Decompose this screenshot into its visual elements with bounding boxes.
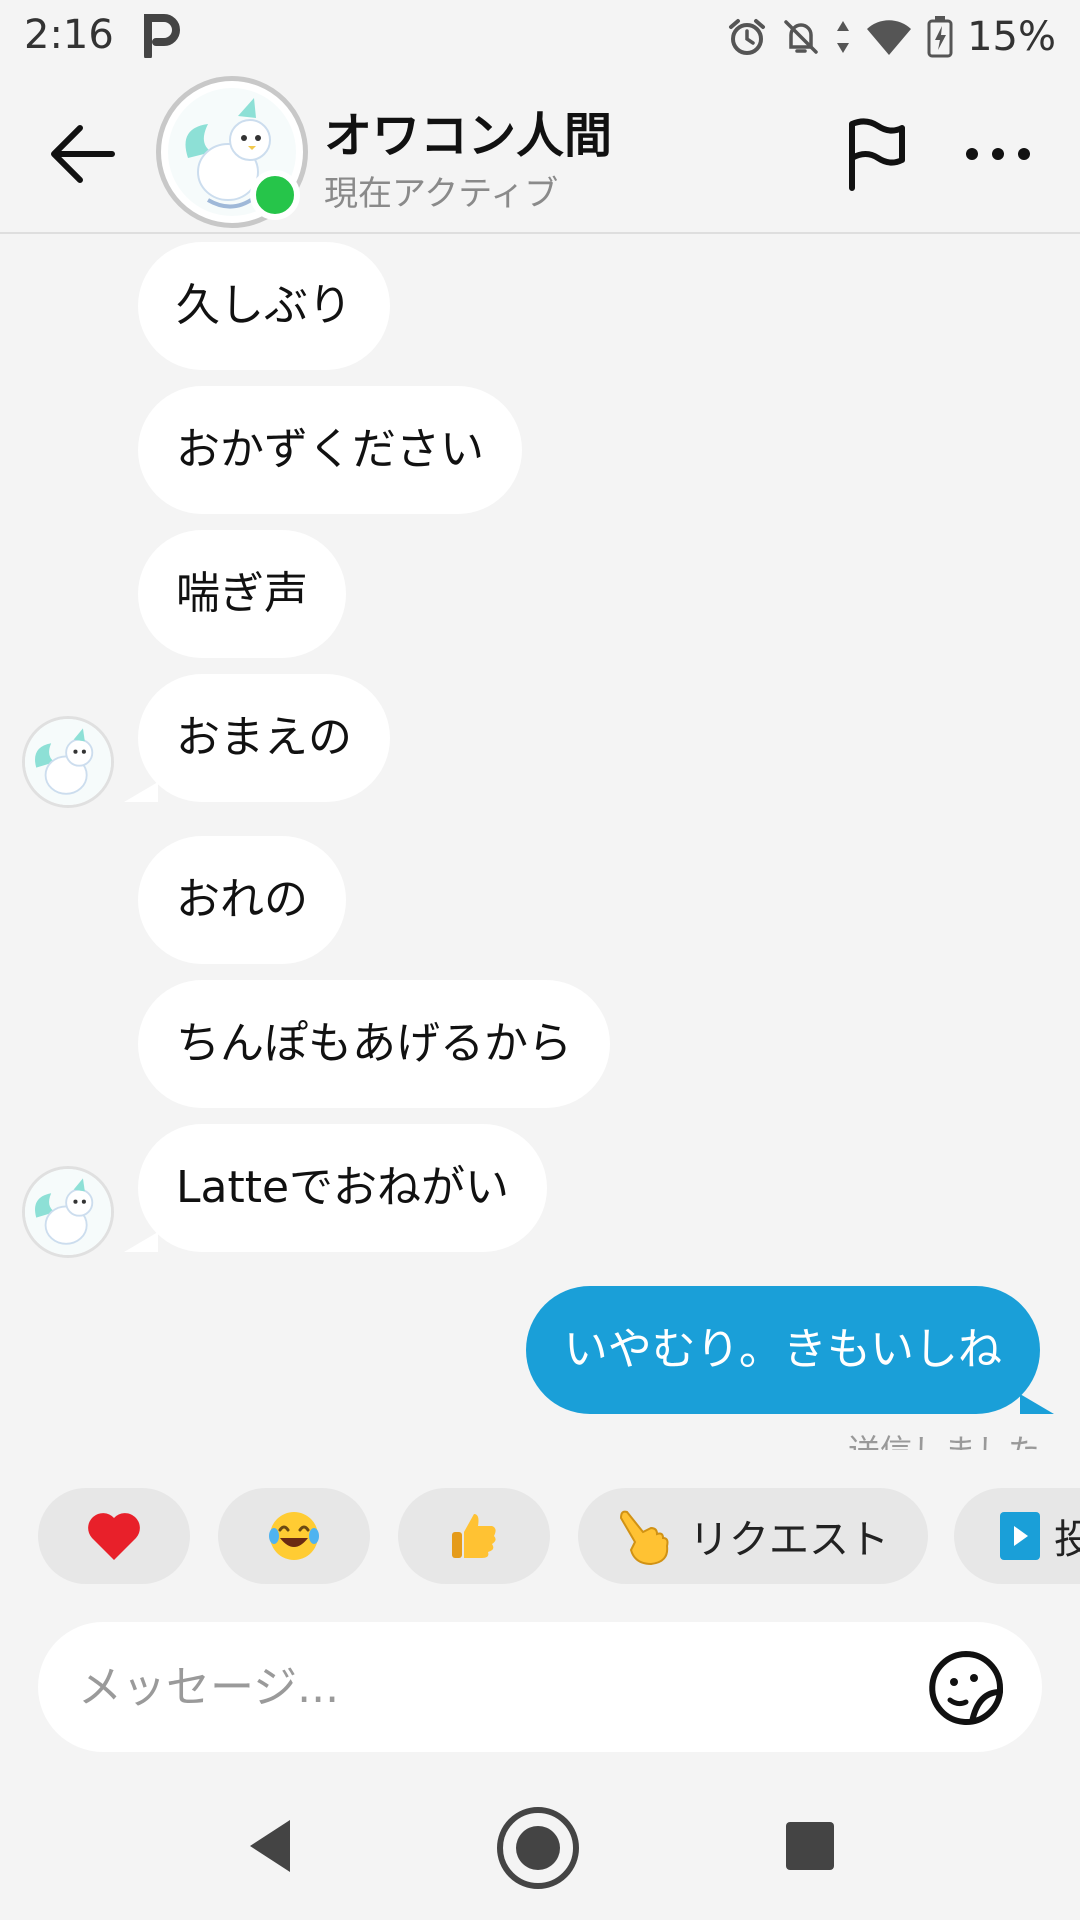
quick-reaction-post[interactable]: 投	[954, 1488, 1080, 1584]
sent-status: 送信しました	[848, 1426, 1040, 1450]
sticker-icon[interactable]	[926, 1648, 1006, 1728]
thumbs-up-emoji-icon	[452, 1514, 496, 1558]
status-bar: 2:16 15%	[0, 0, 1080, 74]
incoming-message[interactable]: 喘ぎ声	[138, 530, 346, 658]
message-composer	[38, 1622, 1042, 1752]
sender-avatar[interactable]	[22, 1166, 114, 1258]
parking-app-icon	[144, 14, 180, 58]
nav-home-icon[interactable]	[494, 1804, 582, 1892]
online-indicator	[250, 170, 300, 220]
status-icons: 15%	[727, 12, 1056, 62]
incoming-message[interactable]: Latteでおねがい	[123, 1124, 548, 1252]
nav-recents-icon[interactable]	[786, 1822, 834, 1870]
contact-avatar[interactable]	[156, 76, 308, 228]
incoming-message[interactable]: おかずください	[138, 386, 522, 514]
wifi-icon	[867, 20, 912, 55]
more-icon[interactable]	[958, 114, 1038, 194]
flag-icon[interactable]	[836, 114, 916, 194]
contact-status: 現在アクティブ	[324, 174, 559, 214]
laughing-tears-emoji-icon	[269, 1512, 319, 1560]
back-arrow-icon[interactable]	[40, 112, 124, 196]
system-nav-bar	[0, 1790, 1080, 1920]
incoming-message[interactable]: おれの	[138, 836, 346, 964]
data-arrows-icon	[837, 21, 850, 53]
quick-reaction-post-label: 投	[1054, 1517, 1080, 1563]
chat-screen: 2:16 15% オワコン人間 現在アクティブ 久しぶり おかずください 喘ぎ声…	[0, 0, 1080, 1920]
quick-reaction-heart[interactable]	[38, 1488, 190, 1584]
quick-reactions: リクエスト 投	[0, 1488, 1080, 1584]
sender-avatar[interactable]	[22, 716, 114, 808]
contact-name[interactable]: オワコン人間	[324, 96, 612, 166]
incoming-message[interactable]: おまえの	[124, 674, 390, 802]
quick-reaction-request-label: リクエスト	[689, 1517, 889, 1563]
message-input[interactable]	[78, 1622, 898, 1752]
pointing-hand-emoji-icon	[619, 1510, 669, 1566]
video-play-icon	[1000, 1512, 1040, 1560]
outgoing-message[interactable]: いやむり。きもいしね	[525, 1286, 1055, 1414]
heart-emoji-icon	[88, 1513, 140, 1560]
alarm-icon	[729, 19, 766, 55]
quick-reaction-thumbs-up[interactable]	[398, 1488, 550, 1584]
battery-percent: 15%	[967, 14, 1056, 60]
quick-reaction-laugh[interactable]	[218, 1488, 370, 1584]
quick-reaction-request[interactable]: リクエスト	[578, 1488, 928, 1584]
incoming-message[interactable]: 久しぶり	[138, 242, 390, 370]
incoming-message[interactable]: ちんぽもあげるから	[138, 980, 610, 1108]
status-time: 2:16	[24, 12, 114, 58]
battery-charging-icon	[927, 16, 953, 58]
nav-back-icon[interactable]	[242, 1814, 306, 1878]
message-list[interactable]: 久しぶり おかずください 喘ぎ声 おまえの おれの ちんぽもあげるから Latt…	[0, 236, 1080, 1450]
chat-header: オワコン人間 現在アクティブ	[0, 74, 1080, 234]
notifications-off-icon	[784, 20, 818, 54]
